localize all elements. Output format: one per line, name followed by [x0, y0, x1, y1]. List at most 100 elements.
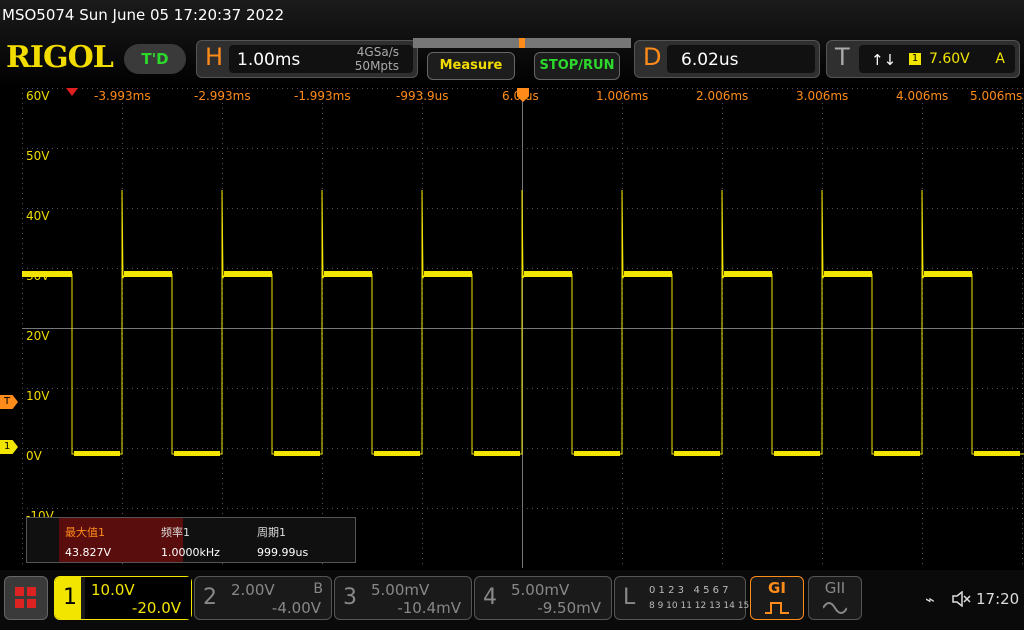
high-level-band [524, 271, 572, 277]
channel-4-offset: -9.50mV [537, 599, 601, 617]
memory-position-bar[interactable] [413, 38, 631, 48]
channel-1-ground-marker[interactable]: 1 [0, 440, 18, 454]
channel-3-scale: 5.00mV [371, 581, 430, 599]
usb-icon: ⌁ [925, 590, 935, 609]
measurement-value-freq: 1.0000kHz [161, 546, 220, 559]
edge-icon: ↑↓ [871, 51, 897, 69]
low-level-band [874, 451, 920, 456]
channel-4-number: 4 [483, 585, 497, 610]
speaker-muted-icon[interactable] [951, 591, 971, 607]
memory-depth: 50Mpts [354, 59, 399, 73]
channel-2-bandwidth-tag: B [313, 581, 323, 597]
delay-value: 6.02us [681, 50, 739, 70]
logic-analyzer-control[interactable]: L 0 1 2 3 4 5 6 7 8 9 10 11 12 13 14 15 [614, 576, 750, 620]
delay-inner: 6.02us [667, 45, 815, 73]
measurement-panel[interactable]: 最大值1 频率1 周期1 43.827V 1.0000kHz 999.99us [26, 517, 356, 563]
channel-2-offset: -4.00V [271, 599, 321, 617]
memory-start-marker [66, 88, 78, 96]
square-wave-icon [765, 602, 789, 614]
low-level-band [774, 451, 820, 456]
horizontal-letter: H [205, 43, 224, 71]
low-level-band [174, 451, 220, 456]
horizontal-control[interactable]: H 1.00ms 4GSa/s 50Mpts [196, 40, 418, 78]
generator-1-button[interactable]: GI [750, 576, 804, 620]
high-level-band [924, 271, 972, 277]
delay-control[interactable]: D 6.02us [634, 40, 820, 78]
memory-position-marker [519, 38, 525, 48]
channel-1-number: 1 [63, 585, 77, 610]
rigol-logo: RIGOL [6, 40, 114, 75]
trigger-level-marker[interactable]: T [0, 395, 18, 409]
low-level-band [574, 451, 620, 456]
channel-3-offset: -10.4mV [397, 599, 461, 617]
grid-menu-icon [15, 587, 37, 609]
low-level-band [74, 451, 120, 456]
horizontal-inner: 1.00ms 4GSa/s 50Mpts [229, 45, 413, 73]
low-level-band [974, 451, 1020, 456]
low-level-band [674, 451, 720, 456]
time-label: 3.006ms [796, 89, 849, 103]
timebase-scale: 1.00ms [237, 50, 301, 70]
time-label: 2.006ms [696, 89, 749, 103]
channel-3-number: 3 [343, 585, 357, 610]
logic-channels-row-1: 0 1 2 3 4 5 6 7 [649, 585, 729, 596]
trigger-control[interactable]: T ↑↓ 1 7.60V A [826, 40, 1020, 78]
logic-channels-row-2: 8 9 10 11 12 13 14 15 [649, 601, 750, 611]
high-level-band [124, 271, 172, 277]
measurement-header-freq: 频率1 [161, 526, 190, 539]
time-label: -2.993ms [194, 89, 251, 103]
time-label: 4.006ms [896, 89, 949, 103]
voltage-label: 0V [26, 449, 42, 463]
generator-2-button[interactable]: GII [808, 576, 862, 620]
measurement-header-max: 最大值1 [65, 526, 105, 539]
time-label: 1.006ms [596, 89, 649, 103]
measurement-header-period: 周期1 [257, 526, 286, 539]
trigger-letter: T [835, 43, 850, 71]
time-label: 5.006ms [970, 89, 1023, 103]
sine-wave-icon [823, 602, 847, 614]
low-level-band [274, 451, 320, 456]
top-toolbar: MSO5074 Sun June 05 17:20:37 2022 RIGOL … [0, 0, 1024, 88]
high-level-band [324, 271, 372, 277]
voltage-label: 20V [26, 329, 50, 343]
generator-2-label: GII [824, 579, 846, 597]
logic-letter: L [623, 585, 636, 610]
measurement-value-period: 999.99us [257, 546, 309, 559]
channel-1-scale: 10.0V [91, 581, 135, 599]
menu-button[interactable] [4, 576, 48, 620]
high-level-band [224, 271, 272, 277]
trigger-mode: A [995, 51, 1005, 67]
high-level-band [724, 271, 772, 277]
time-label: -1.993ms [294, 89, 351, 103]
trigger-inner: ↑↓ 1 7.60V A [859, 45, 1015, 73]
channel-1-control[interactable]: 1 10.0V -20.0V [54, 576, 192, 620]
device-title: MSO5074 Sun June 05 17:20:37 2022 [2, 6, 285, 24]
measurement-value-max: 43.827V [65, 546, 112, 559]
trigger-status-badge[interactable]: T'D [124, 44, 186, 74]
channel-4-scale: 5.00mV [511, 581, 570, 599]
voltage-label: 50V [26, 149, 50, 163]
channel-4-control[interactable]: 4 5.00mV -9.50mV [474, 576, 612, 620]
generator-1-label: GI [768, 579, 786, 597]
waveform-display[interactable] [22, 88, 1024, 568]
sample-rate: 4GSa/s [356, 45, 399, 59]
time-label: -3.993ms [94, 89, 151, 103]
channel-2-number: 2 [203, 585, 217, 610]
measure-button[interactable]: Measure [427, 52, 515, 80]
high-level-band [624, 271, 672, 277]
voltage-label: 10V [26, 389, 50, 403]
high-level-band [424, 271, 472, 277]
channel-2-control[interactable]: 2 2.00V B -4.00V [194, 576, 332, 620]
voltage-label: 40V [26, 209, 50, 223]
low-level-band [474, 451, 520, 456]
low-level-band [374, 451, 420, 456]
voltage-label: 30V [26, 269, 50, 283]
channel-3-control[interactable]: 3 5.00mV -10.4mV [334, 576, 472, 620]
high-level-band [824, 271, 872, 277]
delay-letter: D [643, 43, 662, 71]
voltage-label: 60V [26, 89, 50, 103]
stop-run-button[interactable]: STOP/RUN [534, 52, 620, 80]
clock: 17:20 [976, 590, 1020, 608]
trigger-source-badge: 1 [909, 53, 921, 65]
trigger-level: 7.60V [929, 51, 970, 67]
